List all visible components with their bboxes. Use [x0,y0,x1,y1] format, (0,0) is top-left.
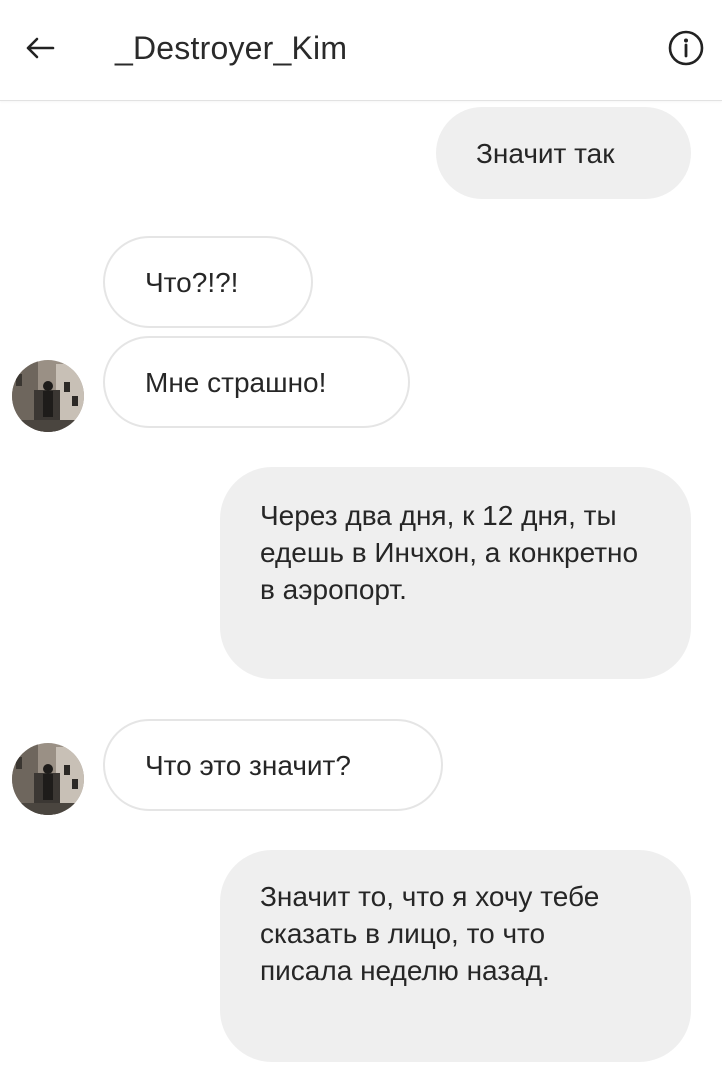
outgoing-message[interactable]: Значит так [436,107,691,199]
outgoing-message[interactable]: Значит то, что я хочу тебе сказать в лиц… [220,850,691,1062]
incoming-message[interactable]: Что?!?! [103,236,313,328]
chat-header: _Destroyer_Kim [0,0,722,101]
incoming-message[interactable]: Что это значит? [103,719,443,811]
back-button[interactable] [16,24,64,72]
contact-avatar[interactable] [12,360,84,432]
message-text: Через два дня, к 12 дня, ты едешь в Инчх… [260,500,639,605]
message-text: Что это значит? [145,749,351,781]
avatar-photo-icon [12,743,84,815]
chat-title[interactable]: _Destroyer_Kim [115,30,347,67]
outgoing-message[interactable]: Через два дня, к 12 дня, ты едешь в Инчх… [220,467,691,679]
incoming-message[interactable]: Мне страшно! [103,336,410,428]
avatar-photo-icon [12,360,84,432]
info-button[interactable] [662,24,710,72]
message-text: Значит так [476,137,615,169]
message-text: Мне страшно! [145,366,327,398]
info-circle-icon [668,30,704,66]
message-thread[interactable]: Значит так Что?!?! Мне страшно! Через дв… [0,100,722,1080]
contact-avatar[interactable] [12,743,84,815]
message-text: Что?!?! [145,266,239,298]
message-text: Значит то, что я хочу тебе сказать в лиц… [260,881,600,986]
arrow-left-icon [26,37,55,59]
